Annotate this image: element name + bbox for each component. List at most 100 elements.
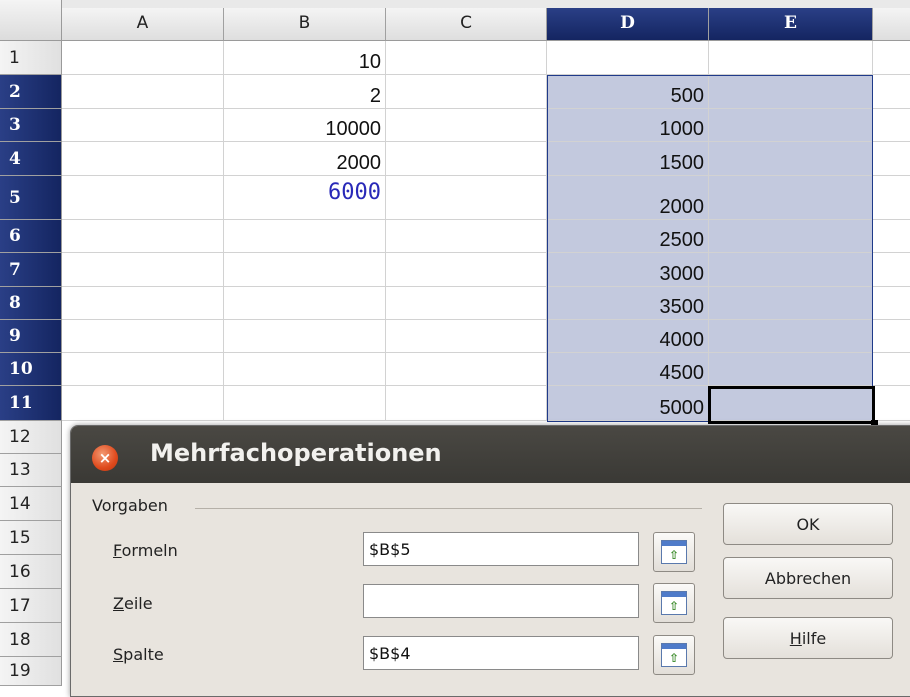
cell-f11[interactable] [873, 386, 910, 421]
cell-c6[interactable] [386, 220, 547, 253]
cell-e8[interactable] [709, 287, 873, 320]
help-button[interactable]: Hilfe [723, 617, 893, 659]
cell-d5[interactable]: 2000 [547, 176, 709, 220]
row-header-15[interactable]: 15 [0, 521, 62, 555]
cell-d3[interactable]: 1000 [547, 109, 709, 142]
cell-b3[interactable]: 10000 [224, 109, 386, 142]
cell-f4[interactable] [873, 142, 910, 176]
select-all-corner[interactable] [0, 0, 62, 41]
cell-b7[interactable] [224, 253, 386, 287]
cell-b5-formula-result[interactable]: 6000 [224, 176, 386, 220]
spalte-field[interactable] [363, 636, 639, 670]
cell-e1[interactable] [709, 41, 873, 75]
row-header-10[interactable]: 10 [0, 353, 62, 386]
cell-f9[interactable] [873, 320, 910, 353]
cell-e2[interactable] [709, 75, 873, 109]
cell-b2[interactable]: 2 [224, 75, 386, 109]
cell-a8[interactable] [62, 287, 224, 320]
column-header-a[interactable]: A [62, 8, 224, 41]
close-icon[interactable]: × [92, 445, 118, 471]
cell-c9[interactable] [386, 320, 547, 353]
cell-d6[interactable]: 2500 [547, 220, 709, 253]
column-header-d[interactable]: D [547, 8, 709, 41]
cell-a7[interactable] [62, 253, 224, 287]
cell-b8[interactable] [224, 287, 386, 320]
cell-e9[interactable] [709, 320, 873, 353]
formeln-field[interactable] [363, 532, 639, 566]
cell-b10[interactable] [224, 353, 386, 386]
cell-e4[interactable] [709, 142, 873, 176]
row-header-9[interactable]: 9 [0, 320, 62, 353]
cell-d10[interactable]: 4500 [547, 353, 709, 386]
cell-a9[interactable] [62, 320, 224, 353]
row-header-3[interactable]: 3 [0, 109, 62, 142]
cell-e3[interactable] [709, 109, 873, 142]
cell-e6[interactable] [709, 220, 873, 253]
cell-d1[interactable] [547, 41, 709, 75]
cell-a4[interactable] [62, 142, 224, 176]
cancel-button[interactable]: Abbrechen [723, 557, 893, 599]
spalte-shrink-button[interactable]: ⇧ [653, 635, 695, 675]
column-header-e[interactable]: E [709, 8, 873, 41]
cell-c10[interactable] [386, 353, 547, 386]
cell-a1[interactable] [62, 41, 224, 75]
cell-b11[interactable] [224, 386, 386, 421]
column-header-b[interactable]: B [224, 8, 386, 41]
cell-c1[interactable] [386, 41, 547, 75]
row-header-18[interactable]: 18 [0, 623, 62, 657]
row-header-16[interactable]: 16 [0, 555, 62, 589]
row-header-8[interactable]: 8 [0, 287, 62, 320]
cell-b6[interactable] [224, 220, 386, 253]
row-header-5[interactable]: 5 [0, 176, 62, 220]
cell-d7[interactable]: 3000 [547, 253, 709, 287]
cell-a6[interactable] [62, 220, 224, 253]
row-header-6[interactable]: 6 [0, 220, 62, 253]
row-header-4[interactable]: 4 [0, 142, 62, 176]
cell-e10[interactable] [709, 353, 873, 386]
cell-c8[interactable] [386, 287, 547, 320]
ok-button[interactable]: OK [723, 503, 893, 545]
row-header-12[interactable]: 12 [0, 421, 62, 454]
cell-f6[interactable] [873, 220, 910, 253]
cell-e7[interactable] [709, 253, 873, 287]
cell-c5[interactable] [386, 176, 547, 220]
cell-a3[interactable] [62, 109, 224, 142]
cell-f7[interactable] [873, 253, 910, 287]
cell-a2[interactable] [62, 75, 224, 109]
cell-b1[interactable]: 10 [224, 41, 386, 75]
cell-d4[interactable]: 1500 [547, 142, 709, 176]
cell-d8[interactable]: 3500 [547, 287, 709, 320]
row-header-1[interactable]: 1 [0, 41, 62, 75]
cell-d9[interactable]: 4000 [547, 320, 709, 353]
cell-f2[interactable] [873, 75, 910, 109]
dialog-titlebar[interactable]: × Mehrfachoperationen [71, 426, 910, 483]
cell-a5[interactable] [62, 176, 224, 220]
cell-d11[interactable]: 5000 [547, 386, 709, 421]
row-header-13[interactable]: 13 [0, 454, 62, 487]
cell-b4[interactable]: 2000 [224, 142, 386, 176]
cell-e5[interactable] [709, 176, 873, 220]
cell-c11[interactable] [386, 386, 547, 421]
row-header-14[interactable]: 14 [0, 487, 62, 521]
cell-f8[interactable] [873, 287, 910, 320]
cell-d2[interactable]: 500 [547, 75, 709, 109]
cell-f1[interactable] [873, 41, 910, 75]
cell-c3[interactable] [386, 109, 547, 142]
formeln-shrink-button[interactable]: ⇧ [653, 532, 695, 572]
cell-f10[interactable] [873, 353, 910, 386]
row-header-2[interactable]: 2 [0, 75, 62, 109]
row-header-7[interactable]: 7 [0, 253, 62, 287]
cell-c7[interactable] [386, 253, 547, 287]
row-header-19[interactable]: 19 [0, 657, 62, 686]
column-header-f[interactable] [873, 8, 910, 41]
zeile-field[interactable] [363, 584, 639, 618]
row-header-11[interactable]: 11 [0, 386, 62, 421]
zeile-shrink-button[interactable]: ⇧ [653, 583, 695, 623]
cell-e11[interactable] [709, 386, 873, 421]
cell-c4[interactable] [386, 142, 547, 176]
cell-c2[interactable] [386, 75, 547, 109]
cell-a10[interactable] [62, 353, 224, 386]
cell-a11[interactable] [62, 386, 224, 421]
column-header-c[interactable]: C [386, 8, 547, 41]
cell-f5[interactable] [873, 176, 910, 220]
